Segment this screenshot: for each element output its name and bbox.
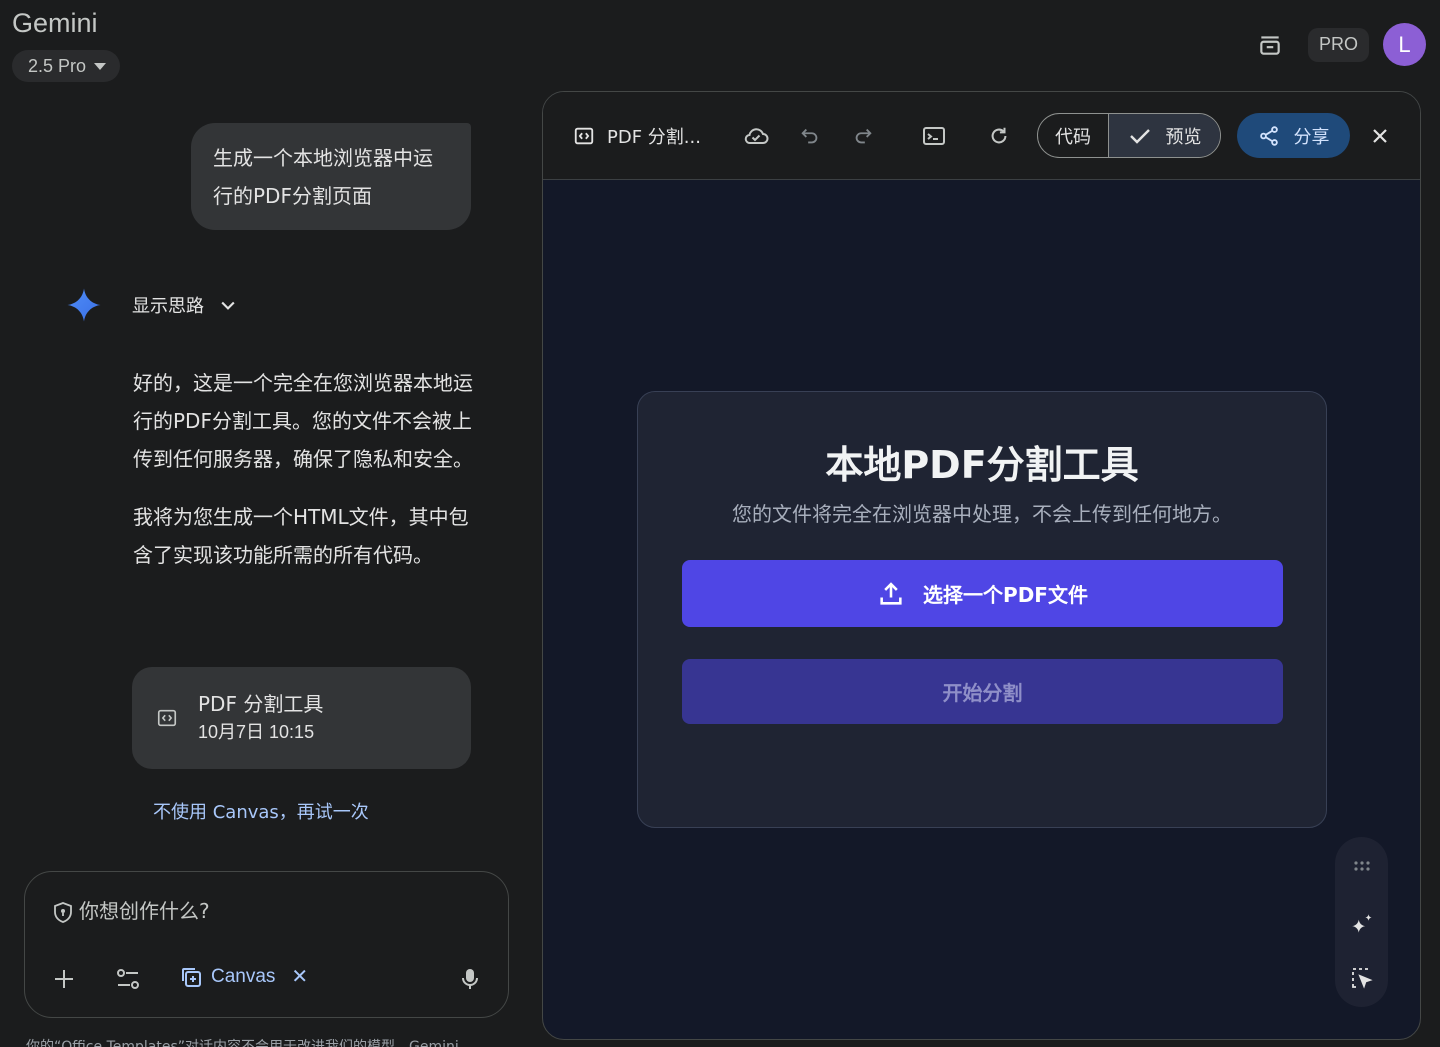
composer: Canvas ✕ (24, 871, 509, 1018)
canvas-toolbar: PDF 分割... 代码 预览 分享 (543, 92, 1420, 180)
code-doc-icon (157, 709, 177, 727)
select-element-button[interactable] (1347, 963, 1377, 993)
document-title: PDF 分割... (607, 127, 701, 148)
choose-pdf-label: 选择一个PDF文件 (923, 583, 1088, 607)
floating-toolbar (1335, 837, 1388, 1007)
tune-icon (117, 969, 139, 989)
privacy-note: 你的“Office Templates”对话内容不会用于改进我们的模型。Gemi… (26, 1039, 459, 1047)
close-icon (1373, 129, 1387, 143)
gemini-spark-icon (67, 288, 101, 322)
show-thoughts-toggle[interactable]: 显示思路 (66, 287, 238, 323)
document-title-button[interactable]: PDF 分割... (573, 119, 701, 153)
cloud-save-button[interactable] (741, 119, 771, 153)
reply-paragraph: 好的，这是一个完全在您浏览器本地运行的PDF分割工具。您的文件不会被上传到任何服… (133, 371, 473, 471)
pro-badge[interactable]: PRO (1307, 27, 1369, 62)
assistant-reply: 好的，这是一个完全在您浏览器本地运行的PDF分割工具。您的文件不会被上传到任何服… (133, 364, 478, 594)
microphone-icon (462, 969, 478, 989)
undo-icon (801, 128, 818, 144)
tab-preview[interactable]: 预览 (1109, 114, 1220, 157)
refresh-icon (991, 127, 1007, 144)
magic-sparkle-icon (1352, 914, 1372, 933)
close-icon[interactable]: ✕ (291, 964, 308, 989)
canvas-chip[interactable]: Canvas ✕ (179, 964, 308, 989)
canvas-icon (182, 967, 201, 987)
shield-icon (54, 902, 72, 923)
check-icon (1129, 128, 1150, 144)
canvas-artifact-card[interactable]: PDF 分割工具 10月7日 10:15 (132, 667, 471, 769)
undo-button[interactable] (795, 119, 825, 153)
microphone-button[interactable] (454, 963, 486, 995)
temporary-chat-button[interactable] (1250, 25, 1290, 65)
drag-dots-icon (1354, 861, 1370, 871)
chevron-down-icon (221, 301, 235, 310)
close-panel-button[interactable] (1363, 119, 1397, 153)
code-doc-icon (574, 127, 594, 145)
temporary-chat-icon (1260, 35, 1280, 55)
cloud-done-icon (744, 128, 769, 144)
drag-handle[interactable] (1347, 851, 1377, 881)
tab-preview-label: 预览 (1165, 126, 1202, 148)
prompt-input[interactable] (79, 896, 479, 926)
terminal-icon (923, 127, 945, 145)
plus-icon (55, 970, 73, 988)
select-pointer-icon (1352, 968, 1373, 989)
start-split-button[interactable]: 开始分割 (682, 659, 1283, 724)
add-button[interactable] (48, 963, 80, 995)
preview-title: 本地PDF分割工具 (825, 443, 1139, 487)
share-button[interactable]: 分享 (1237, 113, 1350, 158)
avatar[interactable]: L (1383, 23, 1426, 66)
top-right-actions: PRO L (1250, 23, 1426, 66)
refresh-button[interactable] (984, 119, 1014, 153)
reply-paragraph: 我将为您生成一个HTML文件，其中包含了实现该功能所需的所有代码。 (133, 505, 469, 567)
chevron-down-icon (94, 62, 107, 70)
artifact-title: PDF 分割工具 (198, 692, 324, 716)
redo-button[interactable] (848, 119, 878, 153)
retry-without-canvas-link[interactable]: 不使用 Canvas，再试一次 (153, 798, 369, 824)
view-toggle: 代码 预览 (1037, 113, 1221, 158)
upload-icon (880, 581, 902, 605)
ai-edit-button[interactable] (1347, 909, 1377, 939)
artifact-timestamp: 10月7日 10:15 (198, 722, 315, 742)
share-label: 分享 (1293, 126, 1330, 148)
canvas-chip-label: Canvas (211, 965, 276, 987)
pdf-splitter-card: 本地PDF分割工具 您的文件将完全在浏览器中处理，不会上传到任何地方。 选择一个… (637, 391, 1327, 828)
tab-code[interactable]: 代码 (1038, 114, 1109, 157)
share-icon (1259, 125, 1278, 146)
choose-pdf-button[interactable]: 选择一个PDF文件 (682, 560, 1283, 627)
user-message-bubble: 生成一个本地浏览器中运行的PDF分割页面 (191, 123, 471, 230)
redo-icon (855, 128, 872, 144)
show-thoughts-label: 显示思路 (132, 296, 204, 317)
tools-button[interactable] (112, 963, 144, 995)
model-selector[interactable]: 2.5 Pro (12, 50, 121, 82)
app-title: Gemini (12, 8, 98, 38)
model-label: 2.5 Pro (28, 55, 87, 76)
console-button[interactable] (919, 119, 949, 153)
preview-subtitle: 您的文件将完全在浏览器中处理，不会上传到任何地方。 (732, 502, 1232, 526)
canvas-panel: PDF 分割... 代码 预览 分享 本地PDF分割工具 您的文件将完全在浏览器… (542, 91, 1421, 1040)
